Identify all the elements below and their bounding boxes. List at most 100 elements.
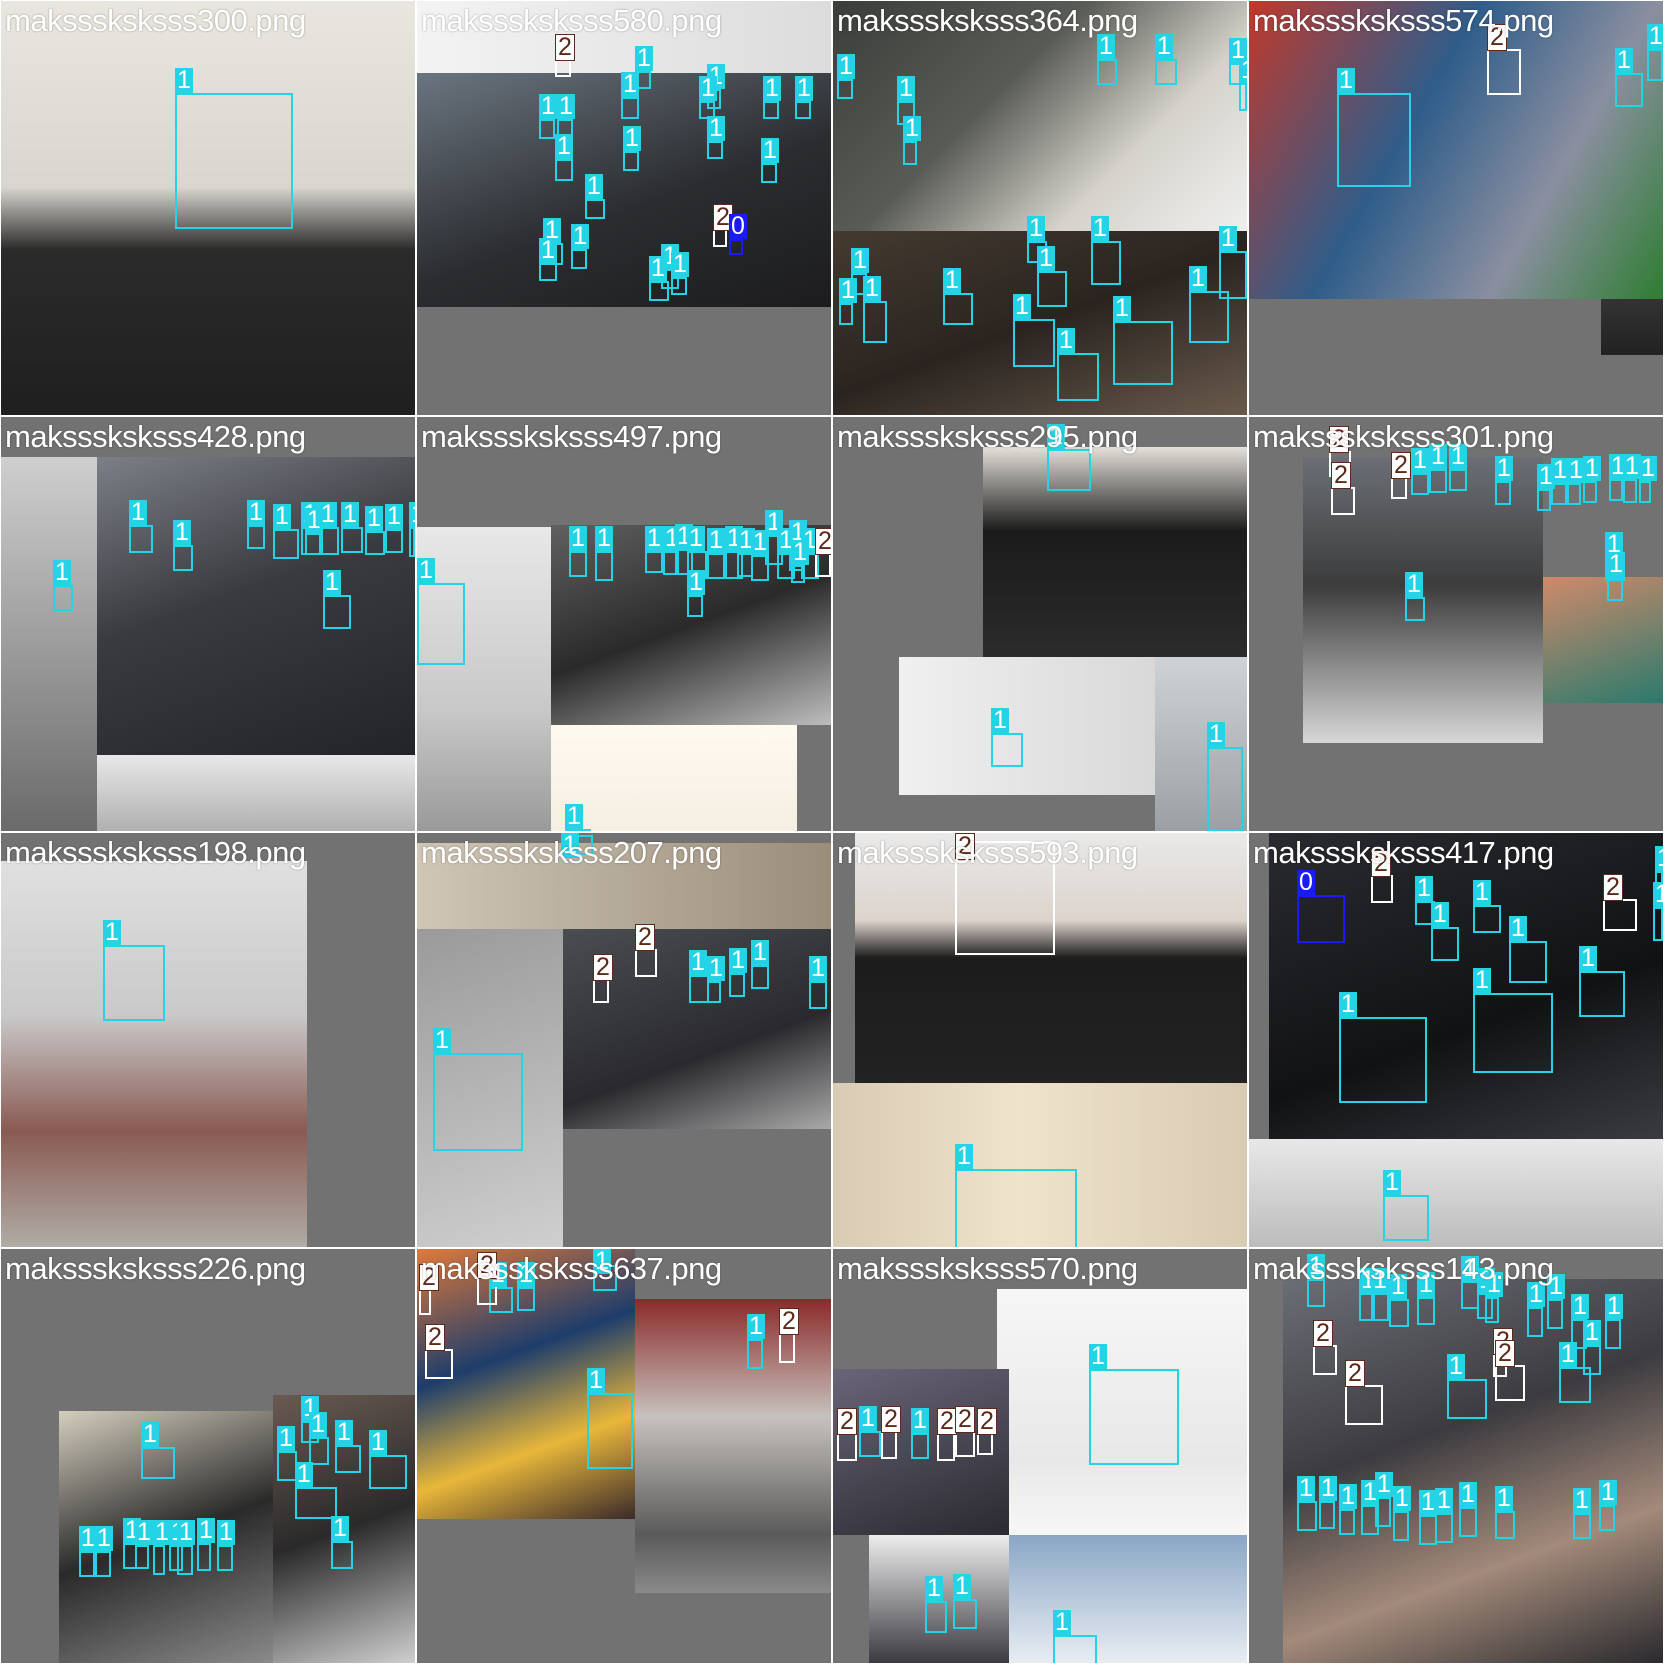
- augmented-photo-region: [1249, 1139, 1663, 1247]
- class-label: 1: [635, 44, 653, 72]
- mosaic-tile: maksssksksss497.png 1 1 1 1 1 1 1 1 1 1 1 1 1 1 1 2 1 1 1: [417, 417, 831, 831]
- class-label: 1: [1431, 900, 1449, 928]
- class-label: 1: [417, 556, 435, 584]
- augmented-photo-region: [983, 447, 1247, 657]
- detection-box-class-1: [53, 585, 73, 611]
- detection-box-class-2: [837, 1433, 857, 1461]
- detection-box-class-1: [839, 303, 853, 325]
- class-label: 1: [1583, 1318, 1601, 1346]
- tile-filename: maksssksksss198.png: [5, 835, 306, 870]
- detection-box-class-1: [991, 733, 1023, 767]
- detection-box-class-1: [1615, 73, 1643, 107]
- class-label: 1: [747, 1312, 765, 1340]
- detection-box-class-1: [1219, 251, 1247, 299]
- class-label: 1: [687, 568, 705, 596]
- detection-box-class-2: [779, 1333, 795, 1363]
- class-label: 2: [593, 954, 613, 981]
- class-label: 1: [295, 1460, 313, 1488]
- class-label: 1: [587, 1366, 605, 1394]
- class-label: 1: [1383, 1168, 1401, 1196]
- tile-filename: maksssksksss497.png: [421, 419, 722, 454]
- class-label: 1: [707, 526, 725, 554]
- detection-box-class-2: [1391, 477, 1407, 499]
- class-label: 1: [309, 1410, 327, 1438]
- detection-box-class-1: [417, 583, 465, 665]
- detection-box-class-1: [1573, 1513, 1591, 1539]
- detection-box-class-1: [1297, 1501, 1317, 1531]
- detection-box-class-1: [925, 1601, 947, 1633]
- class-label: 1: [177, 1518, 195, 1546]
- detection-box-class-1: [903, 141, 917, 165]
- tile-filename: maksssksksss295.png: [837, 419, 1138, 454]
- detection-box-class-1: [1089, 1369, 1179, 1465]
- class-label: 1: [1207, 720, 1225, 748]
- detection-box-class-1: [1583, 481, 1597, 503]
- detection-box-class-1: [1339, 1017, 1427, 1103]
- class-label: 1: [687, 524, 705, 552]
- class-label: 1: [1647, 22, 1663, 50]
- detection-box-class-2: [1345, 1385, 1383, 1425]
- class-label: 2: [977, 1408, 997, 1435]
- mosaic-tile: maksssksksss637.png 2 1 1 1 2 1 1 2 2: [417, 1249, 831, 1663]
- detection-box-class-1: [177, 1545, 193, 1575]
- detection-box-class-1: [1559, 1367, 1591, 1403]
- class-label: 1: [1155, 32, 1173, 60]
- class-label: 1: [1607, 550, 1625, 578]
- tile-filename: maksssksksss570.png: [837, 1251, 1138, 1286]
- class-label: 1: [1239, 58, 1247, 83]
- detection-box-class-2: [555, 59, 571, 77]
- detection-box-class-1: [1567, 483, 1581, 505]
- class-label: 1: [409, 502, 415, 527]
- detection-box-class-1: [1527, 1307, 1543, 1337]
- detection-box-class-1: [539, 119, 555, 139]
- class-label: 1: [837, 52, 855, 80]
- class-label: 1: [1375, 1470, 1393, 1498]
- class-label: 1: [623, 124, 641, 152]
- class-label: 1: [571, 222, 589, 250]
- detection-box-class-1: [943, 293, 973, 325]
- class-label: 1: [671, 250, 689, 278]
- detection-box-class-1: [1047, 449, 1091, 491]
- detection-box-class-2: [419, 1289, 431, 1315]
- detection-box-class-1: [335, 1445, 361, 1473]
- detection-box-class-1: [747, 1339, 763, 1369]
- class-label: 1: [707, 954, 725, 982]
- class-label: 2: [1331, 462, 1351, 489]
- tile-filename: maksssksksss207.png: [421, 835, 722, 870]
- detection-box-class-1: [1239, 83, 1247, 111]
- class-label: 1: [555, 132, 573, 160]
- detection-box-class-1: [689, 975, 709, 1003]
- detection-box-class-1: [809, 981, 827, 1009]
- detection-box-class-2: [1603, 899, 1637, 931]
- detection-box-class-1: [1547, 1299, 1563, 1329]
- class-label: 1: [621, 70, 639, 98]
- detection-box-class-1: [341, 527, 363, 553]
- class-label: 1: [319, 500, 337, 528]
- detection-box-class-1: [103, 945, 165, 1021]
- detection-box-class-1: [585, 199, 605, 219]
- class-label: 2: [635, 924, 655, 951]
- class-label: 1: [1013, 292, 1031, 320]
- detection-box-class-1: [751, 965, 769, 989]
- detection-box-class-1: [539, 263, 557, 281]
- class-label: 1: [95, 1524, 113, 1552]
- mosaic-tile: maksssksksss207.png 1 2 2 1 1 1 1 1 1: [417, 833, 831, 1247]
- class-label: 1: [569, 524, 587, 552]
- detection-box-class-1: [623, 151, 639, 171]
- class-label: 1: [585, 172, 603, 200]
- mosaic-tile: maksssksksss593.png 2 1: [833, 833, 1247, 1247]
- augmented-photo-region: [1009, 1535, 1247, 1663]
- detection-box-class-1: [595, 551, 613, 581]
- detection-box-class-1: [295, 1487, 337, 1519]
- augmented-photo-region: [1543, 577, 1663, 703]
- class-label: 1: [1339, 1482, 1357, 1510]
- class-label: 1: [273, 502, 291, 530]
- detection-box-class-1: [247, 525, 265, 549]
- detection-box-class-1: [1113, 321, 1173, 385]
- class-label: 1: [103, 918, 121, 946]
- class-label: 1: [1495, 1484, 1513, 1512]
- detection-box-class-1: [1057, 353, 1099, 401]
- detection-box-class-1: [95, 1551, 111, 1577]
- detection-box-class-1: [79, 1551, 95, 1577]
- detection-box-class-1: [1459, 1507, 1477, 1537]
